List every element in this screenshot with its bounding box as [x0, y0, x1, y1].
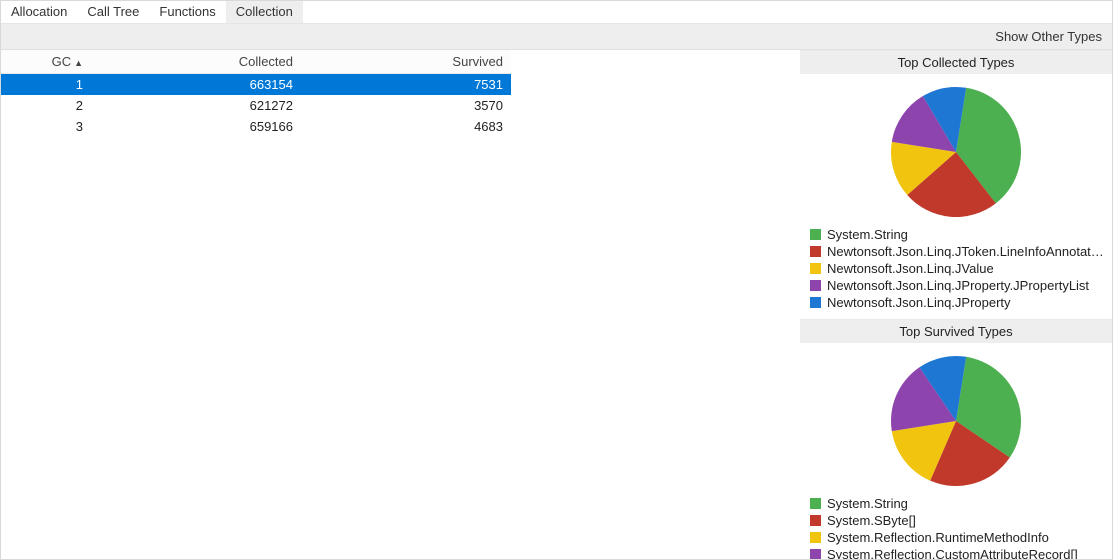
survived-chart-wrap: [800, 343, 1112, 495]
tab-collection[interactable]: Collection: [226, 1, 303, 23]
cell-survived: 4683: [301, 116, 511, 137]
gc-header[interactable]: GC▲: [1, 50, 91, 74]
tab-call-tree[interactable]: Call Tree: [77, 1, 149, 23]
legend-item: System.String: [810, 226, 1104, 243]
cell-collected: 663154: [91, 74, 301, 96]
legend-swatch: [810, 498, 821, 509]
collected-header[interactable]: Collected: [91, 50, 301, 74]
cell-survived: 3570: [301, 95, 511, 116]
survived-panel: Top Survived Types System.StringSystem.S…: [800, 319, 1112, 559]
legend-item: System.Reflection.RuntimeMethodInfo: [810, 529, 1104, 546]
legend-label: System.SByte[]: [827, 512, 916, 529]
collected-legend: System.StringNewtonsoft.Json.Linq.JToken…: [800, 226, 1112, 319]
legend-label: System.Reflection.RuntimeMethodInfo: [827, 529, 1049, 546]
survived-header[interactable]: Survived: [301, 50, 511, 74]
cell-survived: 7531: [301, 74, 511, 96]
left-pane: GC▲ Collected Survived 1 663154 7531 2 6…: [1, 50, 800, 559]
tabbar: Allocation Call Tree Functions Collectio…: [1, 1, 1112, 24]
tab-functions[interactable]: Functions: [149, 1, 225, 23]
survived-legend: System.StringSystem.SByte[]System.Reflec…: [800, 495, 1112, 559]
collected-panel: Top Collected Types System.StringNewtons…: [800, 50, 1112, 319]
legend-swatch: [810, 515, 821, 526]
legend-swatch: [810, 280, 821, 291]
legend-swatch: [810, 549, 821, 559]
toolstrip: Show Other Types: [1, 24, 1112, 51]
legend-label: System.String: [827, 226, 908, 243]
show-other-types-link[interactable]: Show Other Types: [995, 29, 1102, 44]
app-root: Allocation Call Tree Functions Collectio…: [0, 0, 1113, 560]
survived-pie-chart: [886, 351, 1026, 491]
legend-label: System.String: [827, 495, 908, 512]
cell-collected: 659166: [91, 116, 301, 137]
legend-label: Newtonsoft.Json.Linq.JProperty: [827, 294, 1011, 311]
legend-label: Newtonsoft.Json.Linq.JToken.LineInfoAnno…: [827, 243, 1104, 260]
legend-label: Newtonsoft.Json.Linq.JValue: [827, 260, 994, 277]
legend-label: System.Reflection.CustomAttributeRecord[…: [827, 546, 1078, 559]
gc-header-label: GC: [52, 54, 72, 69]
collected-pie-chart: [886, 82, 1026, 222]
legend-swatch: [810, 297, 821, 308]
legend-item: Newtonsoft.Json.Linq.JProperty: [810, 294, 1104, 311]
survived-panel-title: Top Survived Types: [800, 320, 1112, 343]
cell-gc: 2: [1, 95, 91, 116]
legend-item: System.SByte[]: [810, 512, 1104, 529]
cell-gc: 1: [1, 74, 91, 96]
legend-item: Newtonsoft.Json.Linq.JToken.LineInfoAnno…: [810, 243, 1104, 260]
legend-swatch: [810, 246, 821, 257]
legend-item: Newtonsoft.Json.Linq.JValue: [810, 260, 1104, 277]
gc-table: GC▲ Collected Survived 1 663154 7531 2 6…: [1, 50, 511, 137]
table-row[interactable]: 1 663154 7531: [1, 74, 511, 96]
legend-item: Newtonsoft.Json.Linq.JProperty.JProperty…: [810, 277, 1104, 294]
cell-gc: 3: [1, 116, 91, 137]
collected-panel-title: Top Collected Types: [800, 51, 1112, 74]
right-pane: Top Collected Types System.StringNewtons…: [800, 50, 1112, 559]
legend-item: System.Reflection.CustomAttributeRecord[…: [810, 546, 1104, 559]
legend-swatch: [810, 229, 821, 240]
cell-collected: 621272: [91, 95, 301, 116]
main-row: GC▲ Collected Survived 1 663154 7531 2 6…: [1, 50, 1112, 559]
table-row[interactable]: 3 659166 4683: [1, 116, 511, 137]
sort-asc-icon: ▲: [74, 58, 83, 68]
legend-swatch: [810, 532, 821, 543]
collected-chart-wrap: [800, 74, 1112, 226]
table-row[interactable]: 2 621272 3570: [1, 95, 511, 116]
legend-swatch: [810, 263, 821, 274]
legend-label: Newtonsoft.Json.Linq.JProperty.JProperty…: [827, 277, 1089, 294]
tab-allocation[interactable]: Allocation: [1, 1, 77, 23]
legend-item: System.String: [810, 495, 1104, 512]
